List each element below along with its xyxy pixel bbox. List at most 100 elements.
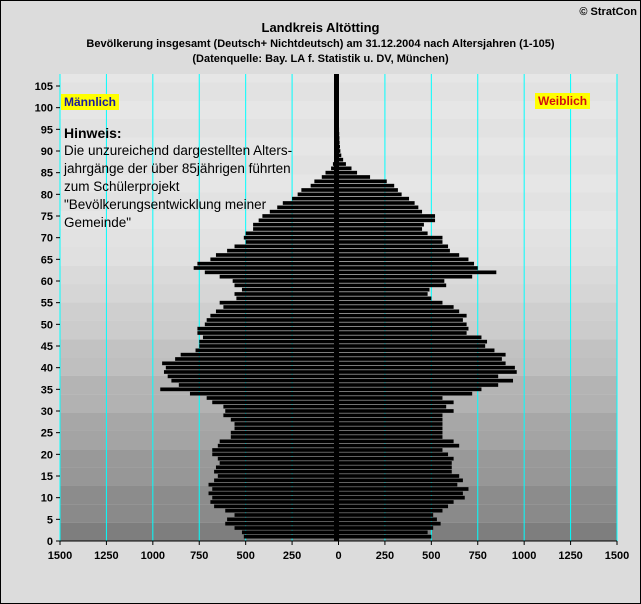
- bar-female: [338, 465, 452, 470]
- bar-female: [338, 313, 467, 318]
- bar-female: [338, 157, 344, 162]
- bar-male: [199, 339, 339, 344]
- y-tick-label: 100: [35, 103, 53, 115]
- bar-male: [212, 448, 339, 452]
- y-axis-ticks: 0 5 10 15 20 25 30 35 40 45 50 55 60 65 70 75 80 85 90 95 10…: [35, 81, 60, 548]
- bar-female: [338, 305, 454, 309]
- bar-male: [236, 296, 339, 301]
- female-label: Weiblich: [535, 93, 591, 109]
- bar-female: [338, 227, 423, 231]
- bar-female: [338, 435, 443, 439]
- x-tick-label: 500: [422, 550, 440, 562]
- y-tick-label: 0: [47, 536, 53, 548]
- bar-male: [223, 404, 339, 409]
- bar-female: [338, 322, 467, 327]
- bar-male: [215, 253, 339, 257]
- bar-female: [338, 409, 454, 413]
- bar-female: [338, 508, 443, 513]
- note-text: Die unzureichend dargestellten Alters-ja…: [64, 143, 293, 230]
- bar-female: [338, 205, 419, 210]
- bar-male: [202, 335, 339, 340]
- bar-male: [217, 443, 339, 448]
- bar-male: [243, 235, 339, 240]
- bar-female: [338, 378, 514, 383]
- y-tick-label: 30: [41, 406, 53, 418]
- bar-female: [338, 443, 460, 448]
- y-tick-label: 90: [41, 146, 53, 158]
- y-tick-label: 70: [41, 233, 53, 245]
- bar-female: [338, 400, 454, 405]
- bar-male: [163, 370, 339, 374]
- chart-title: Landkreis Altötting: [261, 20, 380, 35]
- bar-male: [227, 248, 339, 253]
- bar-female: [338, 335, 482, 340]
- bar-female: [338, 309, 460, 314]
- bar-female: [338, 534, 432, 539]
- bar-female: [338, 491, 463, 496]
- bar-male: [165, 365, 339, 370]
- y-tick-label: 45: [41, 341, 53, 353]
- bar-male: [219, 439, 339, 444]
- bar-female: [338, 526, 434, 530]
- bar-female: [338, 495, 465, 500]
- bar-male: [223, 413, 339, 418]
- copyright-label: © StratCon: [579, 6, 637, 18]
- y-tick-label: 105: [35, 81, 53, 93]
- bar-male: [214, 504, 339, 509]
- bar-female: [338, 461, 452, 465]
- bar-female: [338, 426, 443, 431]
- bar-male: [225, 508, 339, 513]
- bar-male: [225, 521, 339, 526]
- bar-male: [204, 270, 339, 275]
- bar-male: [243, 534, 339, 539]
- y-tick-label: 25: [41, 428, 53, 440]
- x-axis-ticks: 1500 1250 1000 750 500 250 0 250 500 750 1000 1250 1…: [48, 541, 629, 562]
- bar-female: [338, 482, 458, 487]
- bar-male: [175, 357, 339, 361]
- x-tick-label: 1000: [512, 550, 536, 562]
- bar-male: [234, 292, 339, 296]
- bar-male: [210, 313, 339, 318]
- bar-female: [338, 439, 454, 444]
- x-tick-label: 1000: [141, 550, 165, 562]
- bar-male: [230, 430, 339, 435]
- bar-female: [338, 500, 454, 504]
- y-tick-label: 55: [41, 298, 53, 310]
- note-box: Hinweis: Die unzureichend dargestellten …: [64, 124, 314, 232]
- bar-male: [206, 318, 339, 322]
- bar-female: [338, 231, 428, 236]
- bar-male: [234, 526, 339, 530]
- note-heading: Hinweis:: [64, 125, 122, 141]
- bar-male: [227, 517, 339, 522]
- bar-male: [167, 374, 339, 379]
- bar-female: [338, 214, 436, 218]
- bar-female: [338, 188, 398, 192]
- bar-female: [338, 248, 450, 253]
- bar-male: [217, 474, 339, 478]
- bar-female: [338, 326, 469, 331]
- bar-female: [338, 339, 488, 344]
- bar-male: [232, 279, 339, 283]
- x-tick-label: 1250: [94, 550, 118, 562]
- bar-female: [338, 383, 499, 387]
- y-tick-label: 5: [47, 514, 53, 526]
- bar-female: [338, 296, 432, 301]
- bar-female: [338, 166, 352, 171]
- y-tick-label: 20: [41, 449, 53, 461]
- bar-female: [338, 274, 473, 279]
- bar-female: [338, 287, 430, 292]
- bar-male: [230, 417, 339, 422]
- bar-female: [338, 452, 449, 457]
- bar-male: [234, 426, 339, 431]
- bar-female: [338, 396, 443, 400]
- y-tick-label: 85: [41, 168, 53, 180]
- y-tick-label: 80: [41, 189, 53, 201]
- bar-female: [338, 279, 445, 283]
- bar-female: [338, 374, 499, 379]
- bar-male: [210, 257, 339, 262]
- bar-female: [338, 292, 428, 296]
- bar-female: [338, 417, 443, 422]
- y-tick-label: 95: [41, 124, 53, 136]
- x-tick-label: 1500: [48, 550, 72, 562]
- bar-female: [338, 253, 460, 257]
